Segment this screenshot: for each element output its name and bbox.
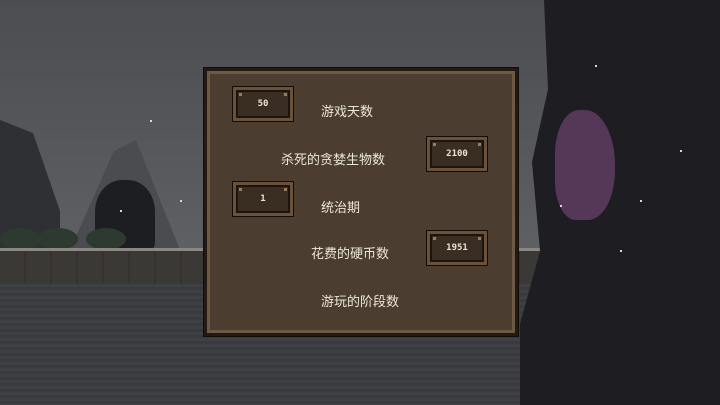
right-cliff xyxy=(520,0,720,405)
stats-panel: 50 游戏天数 杀死的贪婪生物数 2100 1 统治期 花费的硬币数 1951 … xyxy=(204,68,518,336)
snowflake xyxy=(640,200,642,202)
days-played-badge: 50 xyxy=(233,87,293,121)
snowflake xyxy=(150,120,152,122)
greed-killed-badge: 2100 xyxy=(427,137,487,171)
greed-killed-label: 杀死的贪婪生物数 xyxy=(281,153,386,168)
snowflake xyxy=(180,200,182,202)
snowflake xyxy=(680,150,682,152)
snowflake xyxy=(595,65,597,67)
bush xyxy=(38,228,78,250)
days-played-label: 游戏天数 xyxy=(321,105,374,120)
bush xyxy=(0,228,40,250)
snowflake xyxy=(620,250,622,252)
purple-tree xyxy=(555,110,615,220)
coins-spent-label: 花费的硬币数 xyxy=(311,247,390,262)
stages-played-label: 游玩的阶段数 xyxy=(321,295,400,310)
bush xyxy=(86,228,126,250)
reigns-badge: 1 xyxy=(233,182,293,216)
coins-spent-badge: 1951 xyxy=(427,231,487,265)
snowflake xyxy=(560,205,562,207)
reigns-label: 统治期 xyxy=(321,201,361,216)
snowflake xyxy=(120,210,122,212)
